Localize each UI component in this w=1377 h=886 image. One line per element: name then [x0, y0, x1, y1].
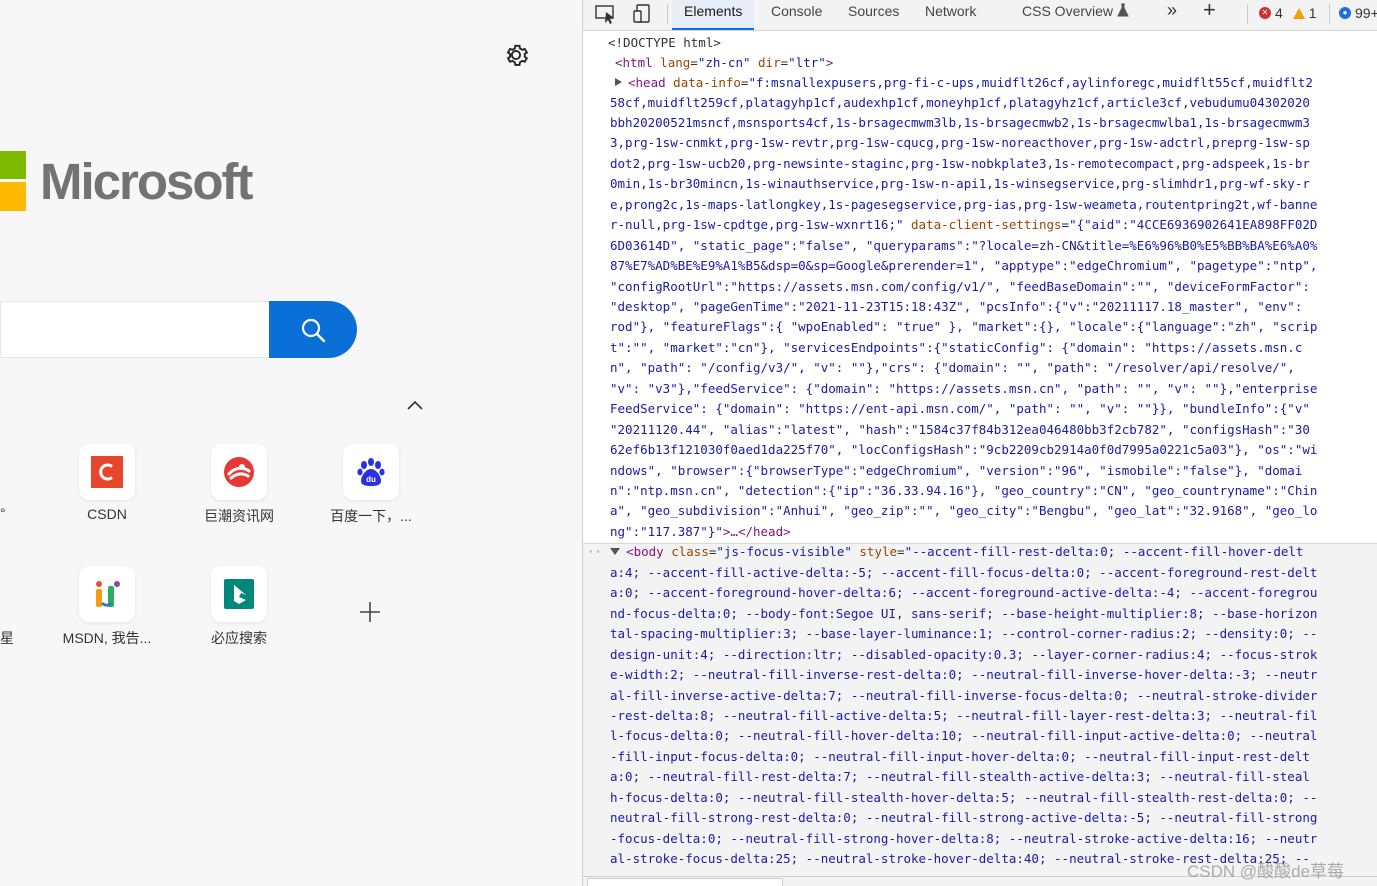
attr-continuation: design-unit:4; --direction:ltr; --disabl… [610, 647, 1318, 662]
tile-label: 巨潮资讯网 [204, 508, 274, 524]
expand-triangle-icon[interactable] [615, 78, 622, 86]
error-icon: ✕ [1259, 7, 1271, 19]
tile-label: 百度一下，... [330, 508, 412, 524]
baidu-paw-icon: du [343, 444, 399, 500]
microsoft-logo-icon [0, 151, 26, 211]
tab-css-overview[interactable]: CSS Overview [1022, 0, 1129, 30]
attr-continuation: neutral-fill-strong-rest-delta:0; --neut… [610, 810, 1318, 825]
collapse-chevron-up-icon[interactable] [403, 396, 427, 414]
toolbar-divider [667, 4, 668, 24]
attr-continuation: -focus-delta:0; --neutral-fill-strong-ho… [610, 831, 1318, 846]
tab-console[interactable]: Console [771, 0, 822, 30]
watermark: CSDN @酸酸de草莓 [1187, 862, 1345, 881]
attr-continuation: "configRootUrl":"https://assets.msn.com/… [610, 279, 1310, 294]
more-actions-ellipsis-icon[interactable]: ·· [587, 544, 602, 559]
tab-elements[interactable]: Elements [672, 0, 755, 30]
attr-continuation: r-null,prg-1sw-cpdtge,prg-1sw-wxnrt16;" … [610, 217, 1318, 232]
search-icon [301, 318, 326, 342]
search-button[interactable] [269, 301, 357, 358]
attr-continuation: n", "path": "/config/v3/", "v": ""},"crs… [610, 360, 1295, 375]
tile-label: CSDN [87, 506, 127, 522]
dom-tree: <!DOCTYPE html> <html lang="zh-cn" dir="… [583, 31, 1377, 543]
cninfo-icon [211, 444, 267, 500]
attr-continuation: a:0; --accent-foreground-hover-delta:6; … [610, 585, 1318, 600]
tab-css-overview-label: CSS Overview [1022, 3, 1114, 19]
toolbar-divider [1329, 4, 1330, 24]
tile-label: 必应搜索 [211, 630, 267, 646]
warning-icon [1292, 7, 1305, 19]
experiment-flask-icon [1117, 3, 1129, 17]
head-node[interactable]: <head data-info="f:msnallexpusers,prg-fi… [615, 73, 1313, 93]
attr-continuation: n":"ntp.msn.cn", "detection":{"ip":"36.3… [610, 483, 1318, 498]
partial-tile-label: 星 [0, 630, 14, 646]
partial-tile-label: ° [0, 505, 6, 521]
attr-continuation: h-focus-delta:0; --neutral-fill-stealth-… [610, 790, 1318, 805]
attr-continuation: "v": "v3"},"feedService": {"domain": "ht… [610, 381, 1318, 396]
issues-count: 99+ [1355, 5, 1377, 21]
attr-continuation: 0min,1s-br30mincn,1s-winauthservice,prg-… [610, 176, 1310, 191]
attr-continuation: "20211120.44", "alias":"latest", "hash":… [610, 422, 1310, 437]
attr-continuation: 3,prg-1sw-cnmkt,prg-1sw-revtr,prg-1sw-cq… [610, 135, 1310, 150]
collapse-triangle-icon[interactable] [610, 548, 621, 555]
quick-link-baidu[interactable]: du 百度一下，... [316, 444, 426, 534]
inspect-element-icon[interactable] [593, 2, 619, 26]
bing-icon [211, 566, 267, 622]
attr-continuation: -rest-delta:8; --neutral-fill-active-del… [610, 708, 1318, 723]
quick-link-csdn[interactable]: CSDN [52, 444, 162, 534]
svg-text:du: du [366, 475, 376, 484]
attr-continuation: 87%E7%AD%BE%E9%A1%B5&dsp=0&sp=Google&pre… [610, 258, 1318, 273]
add-tab-plus-icon[interactable]: + [1203, 0, 1216, 25]
toolbar-divider [1247, 4, 1248, 24]
microsoft-wordmark: Microsoft [40, 153, 253, 210]
attr-continuation: a:0; --neutral-fill-rest-delta:7; --neut… [610, 769, 1310, 784]
attr-continuation: nd-focus-delta:0; --body-font:Segoe UI, … [610, 606, 1318, 621]
settings-gear-icon[interactable] [502, 41, 530, 69]
quick-link-bing[interactable]: 必应搜索 [184, 566, 294, 656]
html-node[interactable]: <html lang="zh-cn" dir="ltr"> [615, 53, 833, 73]
warning-count: 1 [1308, 5, 1317, 21]
attr-continuation: "desktop", "pageGenTime":"2021-11-23T15:… [610, 299, 1303, 314]
msdn-itellyou-icon [79, 566, 135, 622]
quick-link-cninfo[interactable]: 巨潮资讯网 [184, 444, 294, 534]
error-count: 4 [1275, 5, 1283, 21]
more-tabs-chevron-icon[interactable]: » [1167, 0, 1177, 28]
error-warning-counter[interactable]: ✕ 4 1 [1259, 0, 1317, 26]
head-close-line: ng":"117.387"}">…</head> [610, 524, 791, 539]
body-node[interactable]: ·· <body class="js-focus-visible" style="… [587, 544, 1303, 562]
doctype-node[interactable]: <!DOCTYPE html> [608, 33, 721, 53]
tab-network[interactable]: Network [925, 0, 976, 30]
attr-continuation: l-focus-delta:0; --neutral-fill-hover-de… [610, 728, 1318, 743]
attr-continuation: e-width:2; --neutral-fill-inverse-rest-d… [610, 667, 1318, 682]
attr-continuation: dot2,prg-1sw-ucb20,prg-newsinte-staginc,… [610, 156, 1310, 171]
new-tab-page: Microsoft ° 星 CSDN 巨潮资讯网 du 百度一下，... MSD… [0, 0, 582, 886]
attr-continuation: t":"", "market":"cn"}, "servicesEndpoint… [610, 340, 1303, 355]
attr-continuation: e,prong2c,1s-maps-latlongkey,1s-pagesegs… [610, 197, 1318, 212]
search-input[interactable] [0, 301, 270, 358]
attr-continuation: bbh20200521msncf,msnsports4cf,1s-brsagec… [610, 115, 1310, 130]
issues-counter[interactable]: ● 99+ [1339, 0, 1377, 26]
tile-label: MSDN, 我告... [62, 630, 152, 646]
breadcrumb-item[interactable] [587, 878, 783, 886]
add-quick-link-plus-icon[interactable] [356, 598, 384, 626]
dom-tree-body-section: ·· <body class="js-focus-visible" style="… [583, 543, 1377, 876]
attr-continuation: tal-spacing-multiplier:3; --base-layer-l… [610, 626, 1318, 641]
attr-continuation: -fill-input-focus-delta:0; --neutral-fil… [610, 749, 1310, 764]
attr-continuation: al-fill-inverse-active-delta:7; --neutra… [610, 688, 1318, 703]
attr-continuation: 62ef6b13f121030f0aed1da225f70", "locConf… [610, 442, 1318, 457]
device-emulation-icon[interactable] [631, 2, 657, 26]
attr-continuation: FeedService": {"domain": "https://ent-ap… [610, 401, 1310, 416]
devtools-toolbar: Elements Console Sources Network CSS Ove… [583, 0, 1377, 31]
tab-sources[interactable]: Sources [848, 0, 899, 30]
attr-continuation: 6D03614D", "static_page":"false", "query… [610, 238, 1318, 253]
attr-continuation: 58cf,muidflt259cf,platagyhp1cf,audexhp1c… [610, 95, 1310, 110]
attr-continuation: a:4; --accent-fill-active-delta:-5; --ac… [610, 565, 1318, 580]
attr-continuation: rod"}, "featureFlags":{ "wpoEnabled": "t… [610, 319, 1318, 334]
attr-continuation: a", "geo_subdivision":"Anhui", "geo_zip"… [610, 503, 1318, 518]
issues-chat-icon: ● [1339, 7, 1351, 19]
quick-link-msdn[interactable]: MSDN, 我告... [52, 566, 162, 656]
csdn-icon [79, 444, 135, 500]
devtools-panel: Elements Console Sources Network CSS Ove… [582, 0, 1377, 886]
attr-continuation: ndows", "browser":{"browserType":"edgeCh… [610, 463, 1303, 478]
